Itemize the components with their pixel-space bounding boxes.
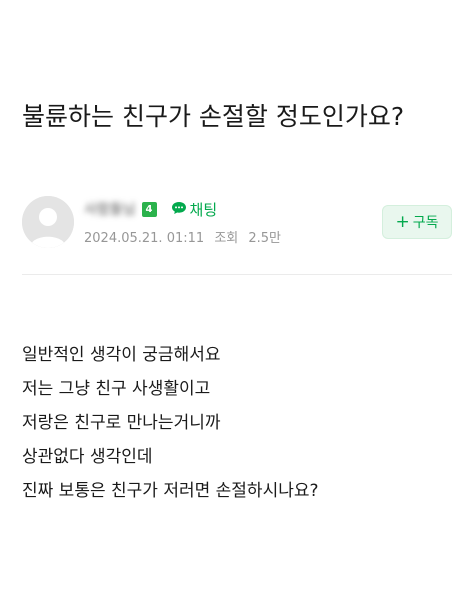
header-divider xyxy=(22,274,452,275)
views-label: 조회 xyxy=(214,231,239,246)
level-badge: 4 xyxy=(141,201,157,217)
chat-button[interactable]: 채팅 xyxy=(171,199,218,220)
body-line: 저는 그냥 친구 사생활이고 xyxy=(22,379,211,399)
views-count: 2.5만 xyxy=(248,231,282,246)
post-meta: 2024.05.21. 01:11 조회 2.5만 xyxy=(84,227,287,246)
author-avatar[interactable] xyxy=(22,196,74,248)
post-title: 불륜하는 친구가 손절할 정도인가요? xyxy=(22,102,405,131)
chat-bubble-icon xyxy=(171,200,187,219)
chat-label: 채팅 xyxy=(189,200,218,219)
author-nickname[interactable]: 사람들님 xyxy=(84,199,136,219)
body-line: 저랑은 친구로 만나는거니까 xyxy=(22,413,221,433)
body-line: 상관없다 생각인데 xyxy=(22,447,153,467)
post-body: 일반적인 생각이 궁금해서요 저는 그냥 친구 사생활이고 저랑은 친구로 만나… xyxy=(22,338,452,508)
body-line: 일반적인 생각이 궁금해서요 xyxy=(22,345,221,365)
body-line: 진짜 보통은 친구가 저러면 손절하시나요? xyxy=(22,481,319,501)
default-profile-icon xyxy=(22,196,74,248)
plus-icon: + xyxy=(395,211,410,232)
post-date: 2024.05.21. 01:11 xyxy=(84,231,205,246)
author-row: 사람들님 4 채팅 xyxy=(84,198,217,220)
subscribe-label: 구독 xyxy=(412,215,439,231)
subscribe-button[interactable]: + 구독 xyxy=(382,205,452,239)
